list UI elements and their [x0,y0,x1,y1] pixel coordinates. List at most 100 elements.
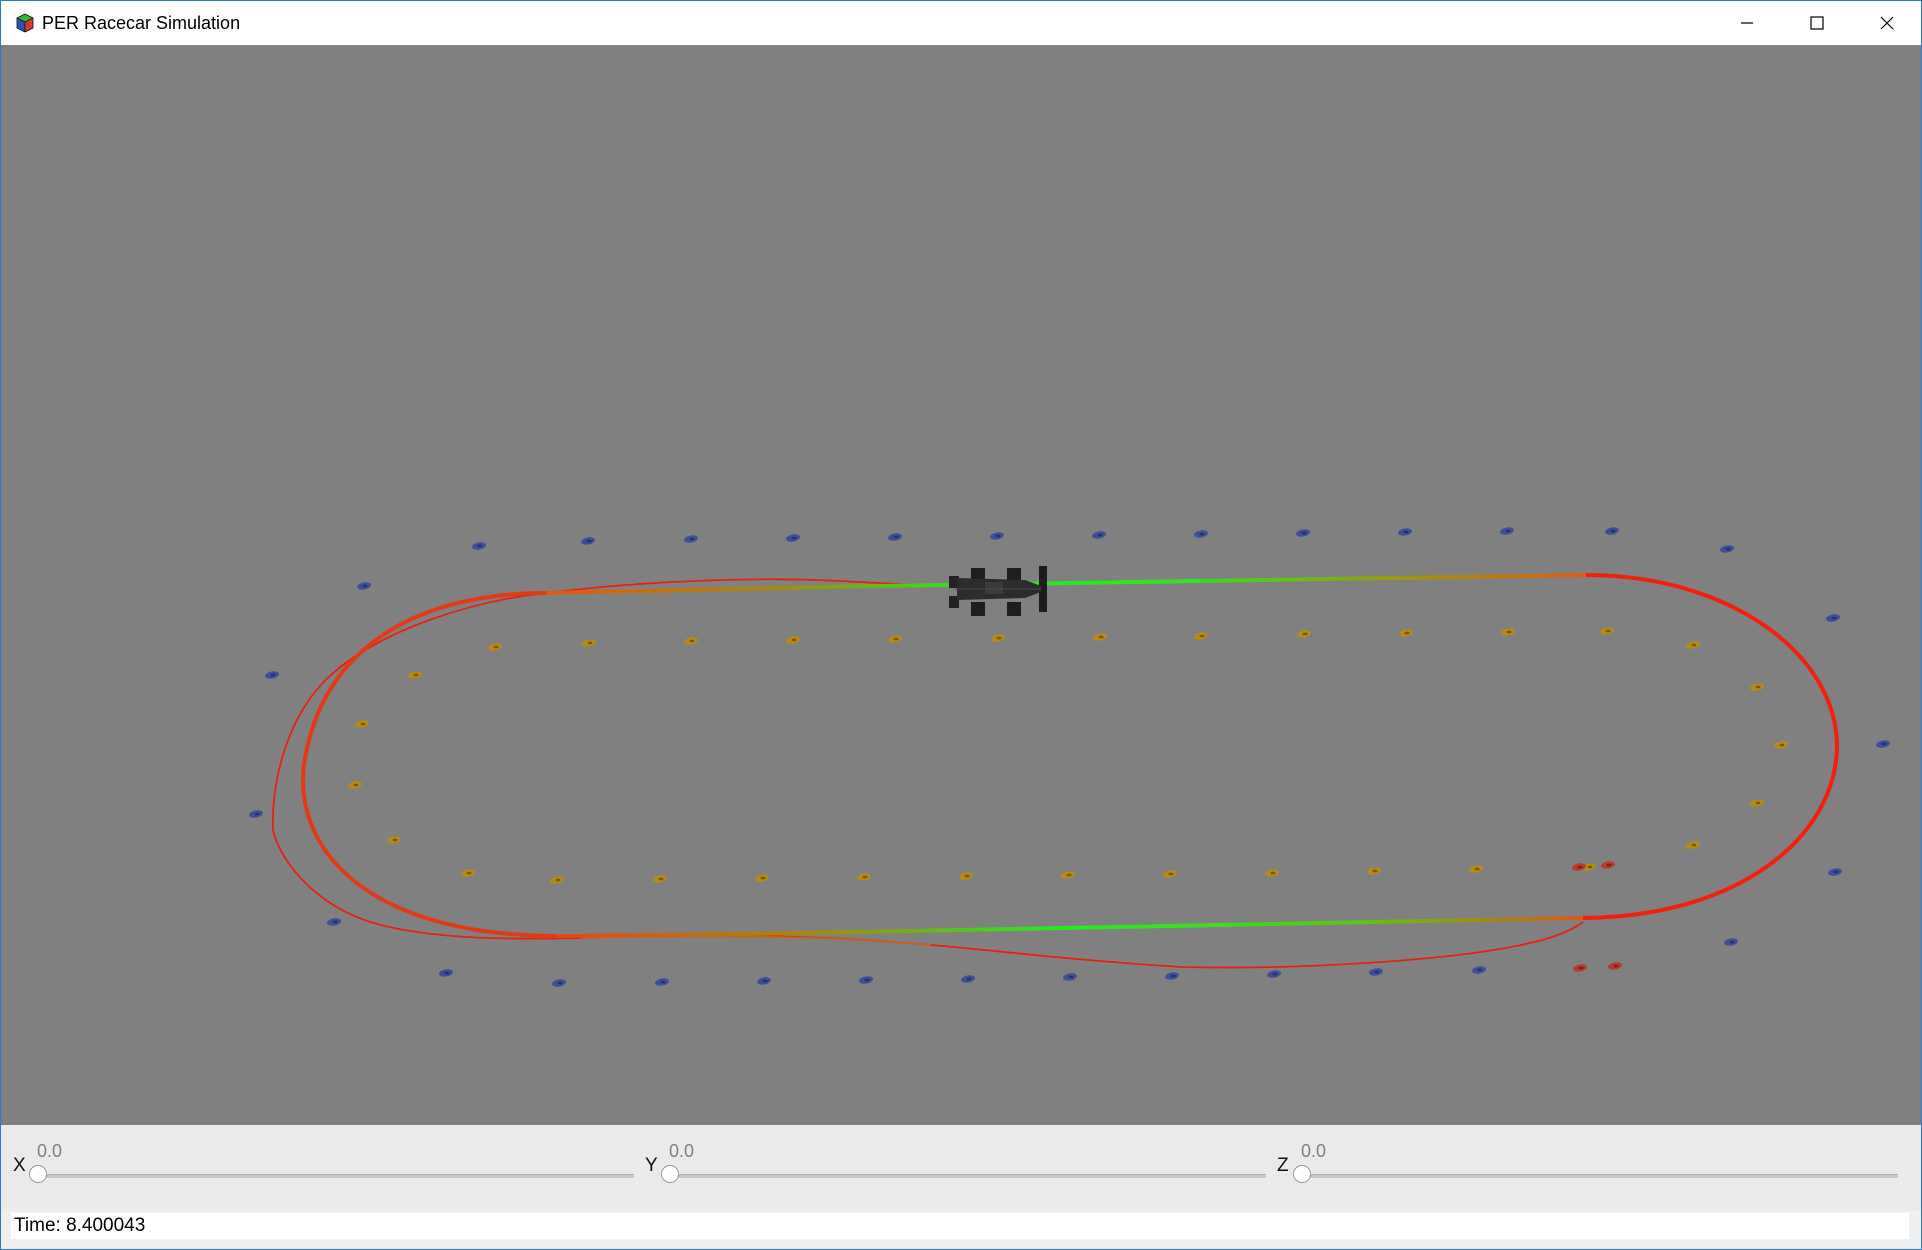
blue-cone-shade [1610,529,1616,533]
z-axis-label: Z [1277,1155,1289,1176]
yellow-cone-shade [1691,643,1697,647]
yellow-cone-shade [1605,629,1611,633]
y-axis-label: Y [645,1155,658,1176]
yellow-cone-shade [1404,631,1410,635]
yellow-cone-shade [1755,685,1761,689]
blue-cone-shade [1068,975,1074,979]
blue-cone-shade [1833,870,1839,874]
yellow-cone-shade [1691,843,1697,847]
minimize-button[interactable] [1712,1,1782,45]
x-slider-track[interactable] [38,1174,634,1178]
blue-cone-shade [689,537,695,541]
blue-cone-shade [1881,742,1887,746]
blue-cone-shade [966,977,972,981]
yellow-cone-shade [1098,635,1104,639]
yellow-cone-shade [353,783,359,787]
racecar[interactable] [949,566,1047,616]
blue-cone-shade [586,539,592,543]
y-slider-track[interactable] [670,1174,1266,1178]
blue-cone-shade [791,536,797,540]
racing-line-right-curve [1582,573,1840,920]
blue-cone-shade [1272,972,1278,976]
yellow-cone-shade [1506,630,1512,634]
z-slider-handle[interactable] [1293,1165,1311,1183]
y-value-label: 0.0 [669,1141,695,1161]
time-status-bar: Time: 8.400043 [11,1213,1909,1239]
blue-cone-shade [1403,530,1409,534]
blue-cone-shade [893,535,899,539]
close-button[interactable] [1852,1,1921,45]
blue-cone-shade [1170,974,1176,978]
blue-cone-shade [444,971,450,975]
blue-cone-shade [1505,529,1511,533]
yellow-cone-shade [1199,634,1205,638]
yellow-cone-shade [1066,873,1072,877]
orange-cone-shade [1578,966,1584,970]
yellow-cone-shade [493,645,499,649]
slider-group-x: X 0.0 [1,1125,641,1211]
slider-group-z: Z 0.0 [1273,1125,1921,1211]
orange-cone-shade [1577,865,1583,869]
app-window: PER Racecar Simulation X 0.0 Y 0.0 Z 0.0… [0,0,1922,1250]
yellow-cones [348,627,1788,884]
slider-group-y: Y 0.0 [641,1125,1281,1211]
track-scene[interactable] [1,45,1921,1125]
yellow-cone-shade [658,877,664,881]
window-title: PER Racecar Simulation [42,13,241,33]
blue-cone-shade [762,979,768,983]
yellow-cone-shade [1474,867,1480,871]
blue-cone-shade [1097,533,1103,537]
title-bar[interactable]: PER Racecar Simulation [1,1,1921,45]
blue-cone-shade [660,980,666,984]
blue-cone-shade [270,673,276,677]
blue-cone-shade [1725,547,1731,551]
maximize-icon [1810,16,1824,30]
yellow-cone-shade [996,636,1002,640]
car-trajectory-thin [271,578,1584,969]
x-slider-handle[interactable] [29,1165,47,1183]
yellow-cone-shade [1168,872,1174,876]
yellow-cone-shade [689,639,695,643]
yellow-cone-shade [1270,871,1276,875]
blue-cone-shade [1831,616,1837,620]
y-slider-handle[interactable] [661,1165,679,1183]
racing-line-left-curve [301,591,557,938]
yellow-cone-shade [555,878,561,882]
orange-cone-shade [1613,964,1619,968]
slider-panel: X 0.0 Y 0.0 Z 0.0 [1,1125,1921,1211]
maximize-button[interactable] [1782,1,1852,45]
yellow-cone-shade [466,871,472,875]
yellow-cone-shade [1779,743,1785,747]
blue-cone-shade [864,978,870,982]
car-trajectory-thin-mid [580,935,932,946]
minimize-icon [1740,16,1754,30]
blue-cone-shade [557,981,563,985]
simulation-viewport[interactable] [1,45,1921,1125]
x-axis-label: X [13,1155,26,1176]
blue-cone-shade [477,544,483,548]
yellow-cone-shade [1755,801,1761,805]
yellow-cone-shade [1302,632,1308,636]
yellow-cone-shade [1372,869,1378,873]
x-value-label: 0.0 [37,1141,63,1161]
blue-cone-shade [362,584,368,588]
yellow-cone-shade [413,673,419,677]
z-slider-track[interactable] [1302,1174,1898,1178]
yellow-cone-shade [392,838,398,842]
racing-line-bottom [555,916,1584,938]
close-icon [1880,16,1894,30]
yellow-cone-shade [1587,865,1593,869]
orange-cone-shade [1606,863,1612,867]
yellow-cone-shade [862,875,868,879]
blue-cone-shade [1477,968,1483,972]
yellow-cone-shade [360,722,366,726]
blue-cone-shade [995,534,1001,538]
yellow-cone-shade [587,641,593,645]
yellow-cone-shade [791,638,797,642]
yellow-cone-shade [964,874,970,878]
blue-cone-shade [332,920,338,924]
blue-cone-shade [1199,532,1205,536]
yellow-cone-shade [760,876,766,880]
app-cube-icon [15,13,35,33]
z-value-label: 0.0 [1301,1141,1327,1161]
